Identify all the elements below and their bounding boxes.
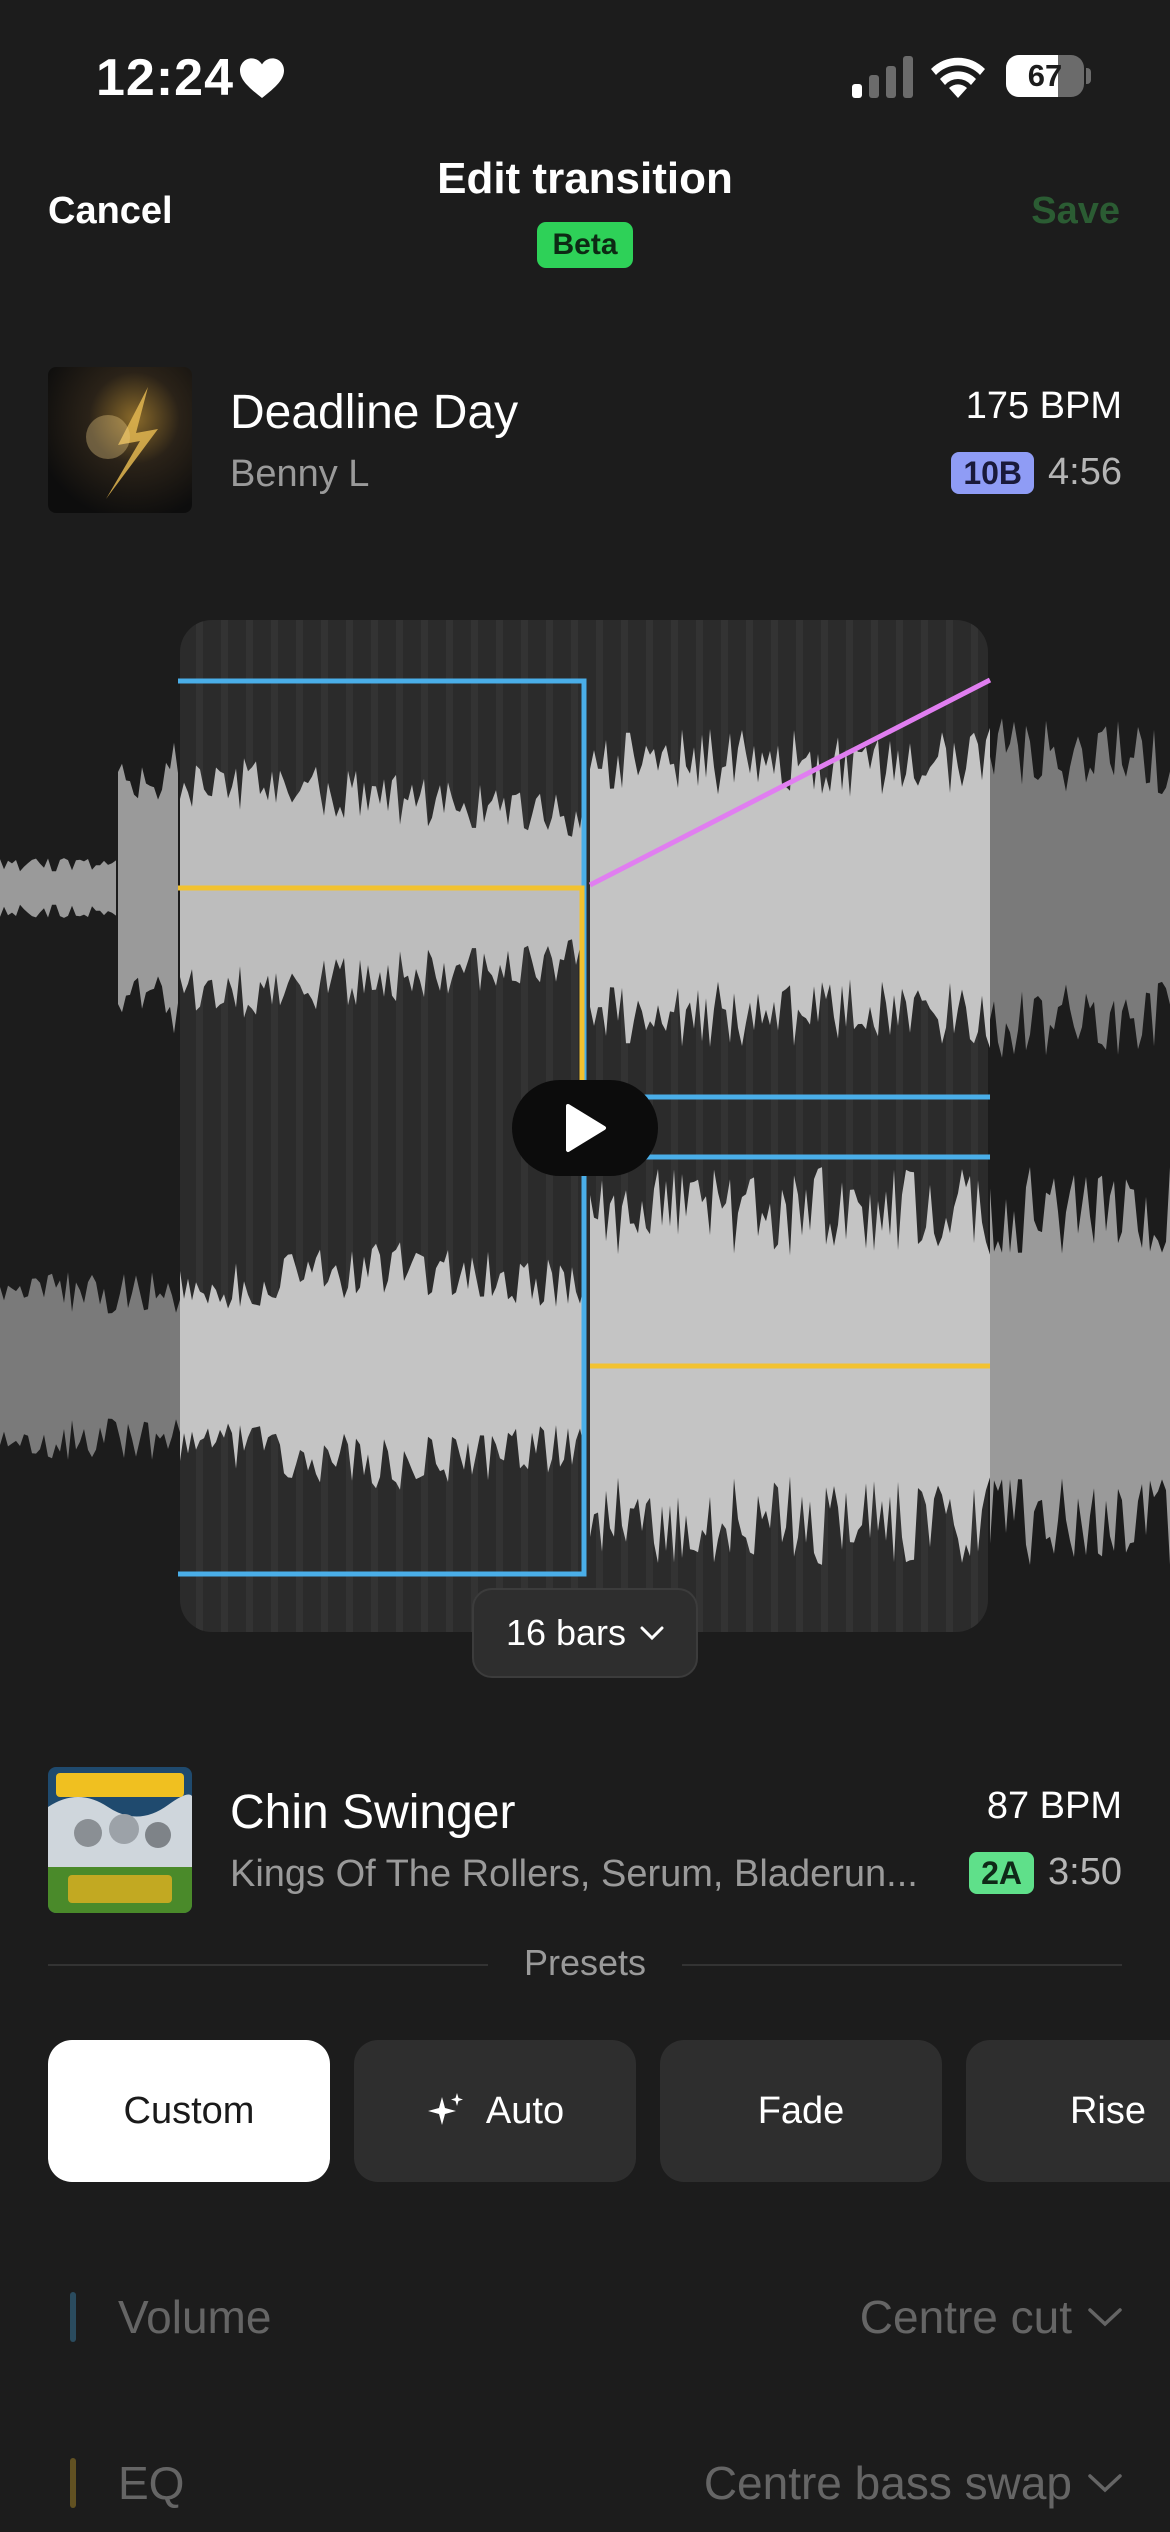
save-button[interactable]: Save: [1031, 190, 1120, 233]
chevron-down-icon: [1088, 2474, 1122, 2493]
track-duration: 3:50: [1048, 1851, 1122, 1893]
setting-value: Centre bass swap: [703, 2457, 1072, 2509]
track-bpm: 87 BPM: [986, 1785, 1122, 1827]
album-art-chin-swinger: [48, 1767, 192, 1913]
preset-label: Custom: [123, 2089, 255, 2132]
setting-value: Centre cut: [859, 2291, 1072, 2343]
preset-label: Rise: [1069, 2089, 1146, 2132]
track-artist: Benny L: [230, 453, 370, 495]
setting-label: Volume: [118, 2291, 272, 2343]
page-title: Edit transition: [437, 154, 733, 203]
volume-setting-row[interactable]: Volume Centre cut: [48, 2286, 1122, 2346]
track-duration: 4:56: [1048, 451, 1122, 493]
track-outgoing[interactable]: Deadline Day Benny L 175 BPM 10B 4:56: [48, 367, 1122, 513]
track-meta: 2A 3:50: [969, 1851, 1122, 1894]
bars-length-label: 16 bars: [505, 1612, 627, 1653]
preset-auto[interactable]: Auto: [354, 2040, 636, 2182]
key-badge: 2A: [969, 1851, 1035, 1894]
status-bar: 12:24 67: [0, 0, 1170, 150]
track-bpm: 175 BPM: [965, 385, 1122, 427]
presets-heading: Presets: [523, 1942, 647, 1983]
track-artist: Kings Of The Rollers, Serum, Bladerun...: [230, 1853, 918, 1895]
volume-color-indicator: [70, 2292, 76, 2342]
battery-icon: 67: [1006, 55, 1091, 97]
track-meta: 10B 4:56: [951, 451, 1122, 494]
beta-badge: Beta: [537, 222, 633, 268]
chevron-down-icon: [1088, 2308, 1122, 2327]
preset-label: Fade: [757, 2089, 845, 2132]
preset-rise[interactable]: Rise: [966, 2040, 1170, 2182]
bars-length-dropdown[interactable]: 16 bars: [472, 1588, 698, 1678]
cellular-signal-icon: [852, 56, 913, 98]
key-badge: 10B: [951, 451, 1035, 494]
setting-label: EQ: [118, 2457, 185, 2509]
heart-icon: [240, 58, 284, 98]
preset-custom[interactable]: Custom: [48, 2040, 330, 2182]
volume-dropdown[interactable]: Centre cut: [860, 2290, 1122, 2344]
wifi-icon: [931, 57, 985, 98]
status-time: 12:24: [96, 49, 234, 107]
chevron-down-icon: [640, 1626, 664, 1641]
album-art-deadline-day: [48, 367, 192, 513]
eq-setting-row[interactable]: EQ Centre bass swap: [48, 2452, 1122, 2512]
track-title: Chin Swinger: [230, 1786, 516, 1839]
eq-color-indicator: [70, 2458, 76, 2508]
preset-fade[interactable]: Fade: [660, 2040, 942, 2182]
play-icon: [566, 1104, 606, 1152]
eq-dropdown[interactable]: Centre bass swap: [704, 2456, 1122, 2510]
play-button[interactable]: [512, 1080, 658, 1176]
preset-label: Auto: [485, 2089, 565, 2132]
battery-level: 67: [1027, 58, 1063, 93]
sparkle-icon: [427, 2093, 463, 2125]
track-title: Deadline Day: [230, 386, 519, 439]
track-incoming[interactable]: Chin Swinger Kings Of The Rollers, Serum…: [48, 1767, 1122, 1913]
